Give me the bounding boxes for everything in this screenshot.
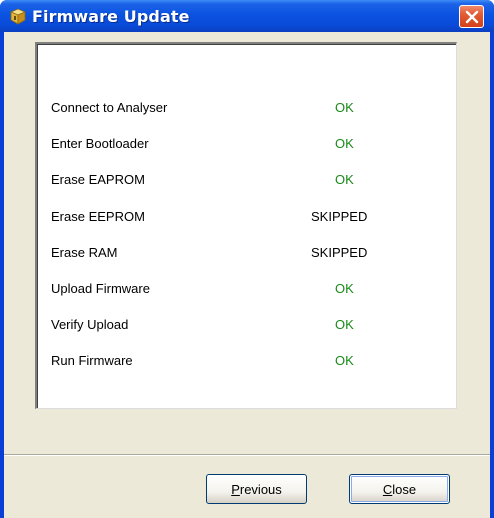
close-window-button[interactable] xyxy=(459,5,484,28)
step-status: OK xyxy=(335,353,354,368)
window-title: Firmware Update xyxy=(32,7,190,26)
close-icon xyxy=(465,10,479,24)
step-status: SKIPPED xyxy=(311,245,368,260)
divider xyxy=(4,454,490,456)
step-status: SKIPPED xyxy=(311,209,368,224)
step-label: Enter Bootloader xyxy=(51,136,149,151)
step-status: OK xyxy=(335,317,354,332)
close-button[interactable]: Close xyxy=(349,474,450,504)
step-label: Run Firmware xyxy=(51,353,133,368)
step-label: Erase EEPROM xyxy=(51,209,145,224)
step-label: Verify Upload xyxy=(51,317,129,332)
step-status: OK xyxy=(335,100,354,115)
box-icon xyxy=(9,7,27,25)
title-bar[interactable]: Firmware Update xyxy=(0,0,494,32)
step-label: Erase RAM xyxy=(51,245,118,260)
step-label: Upload Firmware xyxy=(51,281,150,296)
firmware-update-window: Firmware Update Connect to Analyser OK Ent… xyxy=(0,0,494,518)
step-status: OK xyxy=(335,172,354,187)
previous-label: revious xyxy=(239,481,282,497)
close-label: lose xyxy=(392,481,417,497)
progress-panel: Connect to Analyser OK Enter Bootloader OK E… xyxy=(35,42,457,409)
close-mnemonic: C xyxy=(382,481,393,497)
previous-mnemonic: P xyxy=(231,481,240,497)
step-status: OK xyxy=(335,136,354,151)
previous-button[interactable]: Previous xyxy=(206,474,307,504)
step-status: OK xyxy=(335,281,354,296)
step-label: Connect to Analyser xyxy=(51,100,168,115)
step-label: Erase EAPROM xyxy=(51,172,145,187)
